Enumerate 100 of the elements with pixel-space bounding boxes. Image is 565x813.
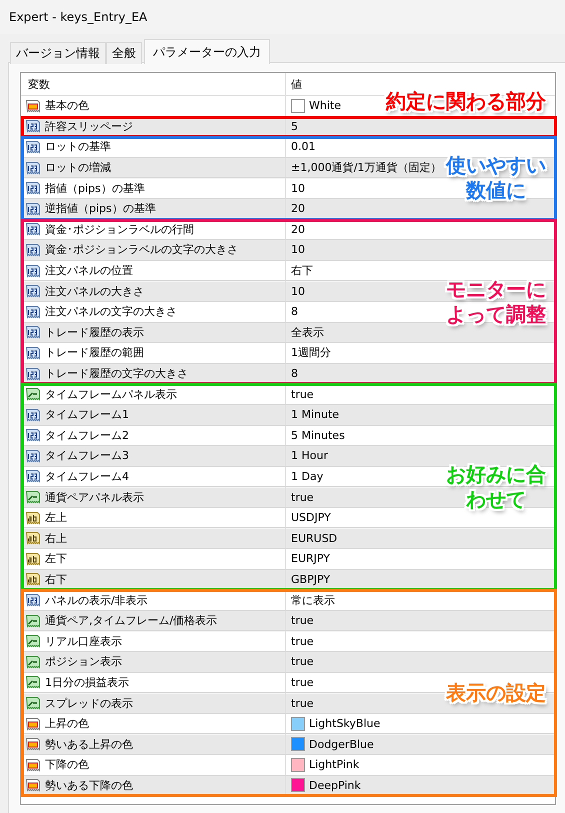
parameter-value: 20 [291, 222, 305, 236]
parameter-value: GBPJPY [291, 572, 330, 586]
parameter-value: LightSkyBlue [309, 717, 380, 730]
parameter-name: タイムフレーム4 [45, 468, 129, 484]
annotation-label: 表示の設定 [446, 680, 546, 706]
parameter-value: true [291, 634, 314, 648]
text-icon [25, 571, 41, 588]
parameter-name: 通貨ペアパネル表示 [45, 490, 144, 505]
number-icon [25, 344, 41, 361]
palette-icon [25, 756, 41, 773]
parameter-value: true [291, 696, 314, 710]
toggle-icon [25, 695, 41, 712]
parameter-name: 1日分の損益表示 [45, 674, 129, 690]
parameter-name: リアル口座表示 [45, 634, 122, 649]
parameter-name: 上昇の色 [45, 716, 89, 732]
parameter-value: 右下 [291, 263, 313, 278]
toggle-icon [25, 489, 41, 506]
window-title: Expert - keys_Entry_EA [9, 10, 148, 24]
parameter-value: DeepPink [309, 778, 361, 792]
parameter-value: 1週間分 [291, 345, 331, 360]
toggle-icon [25, 674, 41, 690]
number-icon [25, 118, 41, 134]
text-icon [25, 510, 41, 526]
number-icon [25, 448, 41, 464]
number-icon [25, 427, 41, 444]
palette-icon [25, 777, 41, 794]
parameter-name: トレード履歴の範囲 [45, 345, 144, 360]
parameter-value: 5 [291, 120, 298, 133]
parameter-value: true [291, 388, 314, 401]
toggle-icon [25, 654, 41, 670]
annotation-label: お好みに合わせて [446, 462, 546, 512]
number-icon [25, 283, 41, 300]
text-icon [25, 530, 41, 546]
number-icon [25, 304, 41, 320]
tab[interactable]: バージョン情報 [10, 42, 106, 64]
parameter-name: スプレッドの表示 [45, 696, 133, 711]
parameter-name: 許容スリッページ [45, 118, 133, 134]
parameter-name: トレード履歴の表示 [45, 324, 144, 340]
parameter-value: DodgerBlue [309, 738, 374, 751]
column-header: 変数 [28, 76, 50, 92]
parameter-value: true [291, 655, 314, 668]
number-icon [25, 200, 41, 217]
palette-icon [25, 736, 41, 752]
parameter-name: タイムフレーム1 [45, 407, 129, 422]
parameter-value: 10 [291, 284, 305, 298]
parameter-value: 全表示 [291, 324, 324, 340]
number-icon [25, 138, 41, 155]
parameter-name: タイムフレーム2 [45, 428, 129, 443]
parameter-value: true [291, 614, 314, 628]
number-icon [25, 366, 41, 382]
toggle-icon [25, 612, 41, 629]
parameter-value: true [291, 676, 314, 689]
parameter-name: 左上 [45, 510, 67, 526]
parameter-value: 20 [291, 202, 305, 216]
parameter-name: 勢いある下降の色 [45, 778, 133, 793]
parameter-value: true [291, 490, 314, 504]
parameter-value: 0.01 [291, 140, 316, 154]
parameter-name: タイムフレームパネル表示 [45, 386, 177, 402]
parameter-name: 注文パネルの位置 [45, 263, 133, 278]
parameter-value: EURJPY [291, 552, 330, 566]
tab[interactable]: パラメーターの入力 [144, 39, 270, 64]
number-icon [25, 324, 41, 340]
parameter-value: White [309, 99, 341, 112]
parameter-name: ロットの基準 [45, 139, 111, 154]
toggle-icon [25, 633, 41, 650]
annotation-label: 使いやすい数値に [446, 153, 546, 204]
parameter-value: EURUSD [291, 532, 338, 545]
number-icon [25, 160, 41, 176]
parameter-value: LightPink [309, 758, 360, 772]
parameter-value: 5 Minutes [291, 428, 345, 442]
number-icon [25, 221, 41, 238]
parameter-name: 資金･ポジションラベルの行間 [45, 222, 194, 237]
parameter-name: 逆指値（pips）の基準 [45, 201, 156, 216]
number-icon [25, 592, 41, 608]
parameter-name: 基本の色 [45, 98, 89, 114]
parameter-value: 1 Day [291, 470, 324, 483]
parameter-value: 8 [291, 367, 298, 380]
parameter-name: 注文パネルの大きさ [45, 284, 144, 299]
palette-icon [25, 98, 41, 114]
parameter-name: ロットの増減 [45, 160, 111, 176]
parameter-value: 常に表示 [291, 592, 335, 608]
parameter-name: 右上 [45, 530, 67, 546]
number-icon [25, 180, 41, 196]
annotation-label: 約定に関わる部分 [386, 88, 546, 114]
parameter-name: パネルの表示/非表示 [45, 592, 148, 608]
parameter-name: 資金･ポジションラベルの文字の大きさ [45, 242, 238, 258]
parameter-value: ±1,000通貨/1万通貨（固定） [291, 160, 442, 176]
parameter-name: 注文パネルの文字の大きさ [45, 304, 177, 320]
parameter-value: 1 Hour [291, 449, 328, 462]
parameter-name: 左下 [45, 551, 67, 566]
number-icon [25, 406, 41, 423]
parameter-value: 10 [291, 243, 305, 256]
text-icon [25, 550, 41, 567]
tab[interactable]: 全般 [106, 42, 142, 64]
palette-icon [25, 716, 41, 732]
parameter-name: ポジション表示 [45, 654, 122, 670]
parameter-name: 下降の色 [45, 757, 89, 772]
parameter-value: 1 Minute [291, 408, 340, 422]
number-icon [25, 468, 41, 484]
number-icon [25, 262, 41, 279]
